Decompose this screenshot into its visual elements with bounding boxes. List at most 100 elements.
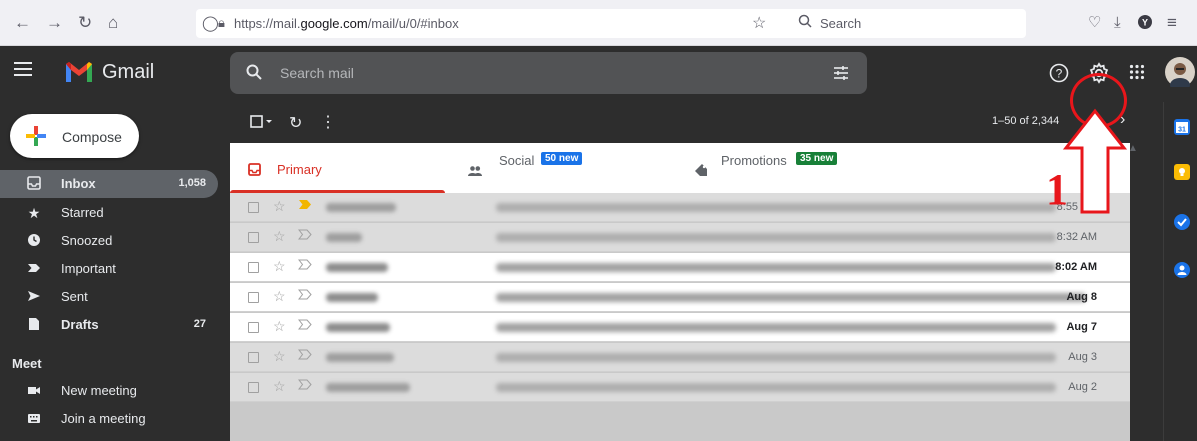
main-panel: ↻ ⋮ 1–50 of 2,344 ‹ › Primary Social 50 … — [230, 102, 1148, 441]
more-options-icon[interactable]: ⋮ — [320, 112, 336, 132]
url-prefix: https://mail. — [234, 16, 301, 31]
svg-text:?: ? — [1056, 67, 1063, 81]
pocket-icon[interactable]: ♡ — [1088, 13, 1101, 33]
row-checkbox[interactable] — [248, 352, 259, 363]
video-icon — [26, 383, 42, 399]
account-icon[interactable]: Y — [1137, 14, 1153, 35]
send-icon — [26, 289, 42, 305]
search-mail-field[interactable]: Search mail — [230, 52, 867, 94]
sidebar-item-drafts[interactable]: Drafts 27 — [0, 311, 218, 339]
important-marker-icon[interactable] — [297, 289, 312, 303]
sidebar-item-label: Important — [61, 261, 116, 276]
email-time: Aug 2 — [1068, 381, 1097, 393]
browser-search-field[interactable]: Search — [786, 9, 1016, 38]
mail-toolbar: ↻ ⋮ 1–50 of 2,344 ‹ › — [230, 102, 1148, 142]
url-domain: google.com — [300, 16, 368, 31]
keyboard-icon — [26, 411, 42, 427]
table-row[interactable]: ☆ Aug 2 — [230, 373, 1130, 402]
subject-redacted — [496, 323, 1056, 332]
search-options-icon[interactable] — [832, 64, 850, 87]
sidebar-item-label: Inbox — [61, 176, 96, 191]
tasks-icon[interactable] — [1174, 214, 1190, 230]
sidebar-item-label: Drafts — [61, 317, 99, 332]
home-icon[interactable]: ⌂ — [108, 13, 118, 33]
star-icon[interactable]: ☆ — [273, 198, 286, 215]
tab-social-label: Social — [499, 153, 535, 168]
gmail-logo-icon[interactable] — [64, 60, 94, 84]
star-icon[interactable]: ☆ — [273, 258, 286, 275]
scrollbar-up-arrow[interactable]: ▲ — [1128, 143, 1138, 154]
table-row[interactable]: ☆ Aug 7 — [230, 313, 1130, 342]
contacts-icon[interactable] — [1174, 262, 1190, 278]
shield-icon[interactable]: ◯ — [202, 14, 219, 32]
sidebar-item-starred[interactable]: ★ Starred — [0, 199, 218, 227]
people-icon — [468, 164, 482, 182]
lock-icon: 🔒︎ — [218, 15, 225, 30]
table-row[interactable]: ☆ Aug 8 — [230, 283, 1130, 312]
menu-icon[interactable]: ≡ — [1167, 13, 1177, 33]
sender-redacted — [326, 233, 362, 242]
important-marker-icon[interactable] — [297, 349, 312, 363]
avatar[interactable] — [1165, 57, 1195, 92]
star-icon[interactable]: ☆ — [273, 228, 286, 245]
important-marker-icon[interactable] — [297, 319, 312, 333]
url-bar[interactable]: ◯ 🔒︎ https://mail.google.com/mail/u/0/#i… — [196, 9, 1026, 38]
row-checkbox[interactable] — [248, 322, 259, 333]
important-marker-icon[interactable] — [298, 199, 312, 213]
sidebar-item-sent[interactable]: Sent — [0, 283, 218, 311]
email-time: Aug 3 — [1068, 351, 1097, 363]
primary-inbox-icon — [248, 163, 261, 181]
tab-promotions-label: Promotions — [721, 153, 787, 168]
sender-redacted — [326, 323, 390, 332]
star-icon[interactable]: ☆ — [273, 378, 286, 395]
table-row[interactable]: ☆ 8:02 AM — [230, 253, 1130, 282]
forward-icon[interactable]: → — [46, 13, 63, 33]
tag-icon — [694, 163, 708, 182]
calendar-icon[interactable]: 31 — [1174, 119, 1190, 135]
help-icon[interactable]: ? — [1049, 63, 1069, 88]
search-icon[interactable] — [246, 64, 262, 85]
star-icon[interactable]: ☆ — [273, 348, 286, 365]
select-all-checkbox[interactable] — [250, 115, 272, 134]
gmail-header: Gmail Search mail ? — [0, 46, 1197, 102]
sidebar-item-inbox[interactable]: Inbox 1,058 — [0, 170, 218, 198]
table-row[interactable]: ☆ 8:55 AM — [230, 193, 1130, 222]
drafts-count: 27 — [193, 318, 206, 330]
url-text[interactable]: https://mail.google.com/mail/u/0/#inbox — [234, 16, 459, 31]
row-checkbox[interactable] — [248, 202, 259, 213]
tab-primary[interactable]: Primary — [230, 143, 445, 193]
new-meeting-item[interactable]: New meeting — [0, 377, 218, 405]
important-marker-icon[interactable] — [297, 379, 312, 393]
clock-icon — [26, 233, 42, 249]
sidebar-item-snoozed[interactable]: Snoozed — [0, 227, 218, 255]
row-checkbox[interactable] — [248, 262, 259, 273]
row-checkbox[interactable] — [248, 232, 259, 243]
sidebar-item-important[interactable]: Important — [0, 255, 218, 283]
subject-redacted — [496, 263, 1056, 272]
important-marker-icon[interactable] — [297, 229, 312, 243]
join-meeting-item[interactable]: Join a meeting — [0, 405, 218, 433]
compose-button[interactable]: Compose — [10, 114, 139, 158]
reload-icon[interactable]: ↻ — [78, 13, 92, 33]
search-icon — [798, 14, 812, 32]
download-icon[interactable]: ⤓ — [1114, 13, 1121, 33]
bookmark-star-icon[interactable]: ☆ — [752, 13, 766, 33]
table-row[interactable]: ☆ Aug 3 — [230, 343, 1130, 372]
apps-grid-icon[interactable] — [1129, 64, 1145, 85]
table-row[interactable]: ☆ 8:32 AM — [230, 223, 1130, 252]
back-icon[interactable]: ← — [14, 13, 31, 33]
tab-social[interactable]: Social 50 new — [462, 143, 677, 193]
keep-icon[interactable] — [1174, 164, 1190, 180]
svg-text:31: 31 — [1178, 127, 1186, 134]
important-marker-icon[interactable] — [297, 259, 312, 273]
main-menu-icon[interactable] — [14, 62, 32, 76]
star-icon[interactable]: ☆ — [273, 318, 286, 335]
refresh-icon[interactable]: ↻ — [289, 113, 302, 133]
star-icon[interactable]: ☆ — [273, 288, 286, 305]
sender-redacted — [326, 263, 388, 272]
browser-toolbar: ← → ↻ ⌂ ◯ 🔒︎ https://mail.google.com/mai… — [0, 0, 1197, 46]
svg-text:Y: Y — [1142, 18, 1148, 28]
tab-promotions[interactable]: Promotions 35 new — [690, 143, 905, 193]
row-checkbox[interactable] — [248, 382, 259, 393]
row-checkbox[interactable] — [248, 292, 259, 303]
